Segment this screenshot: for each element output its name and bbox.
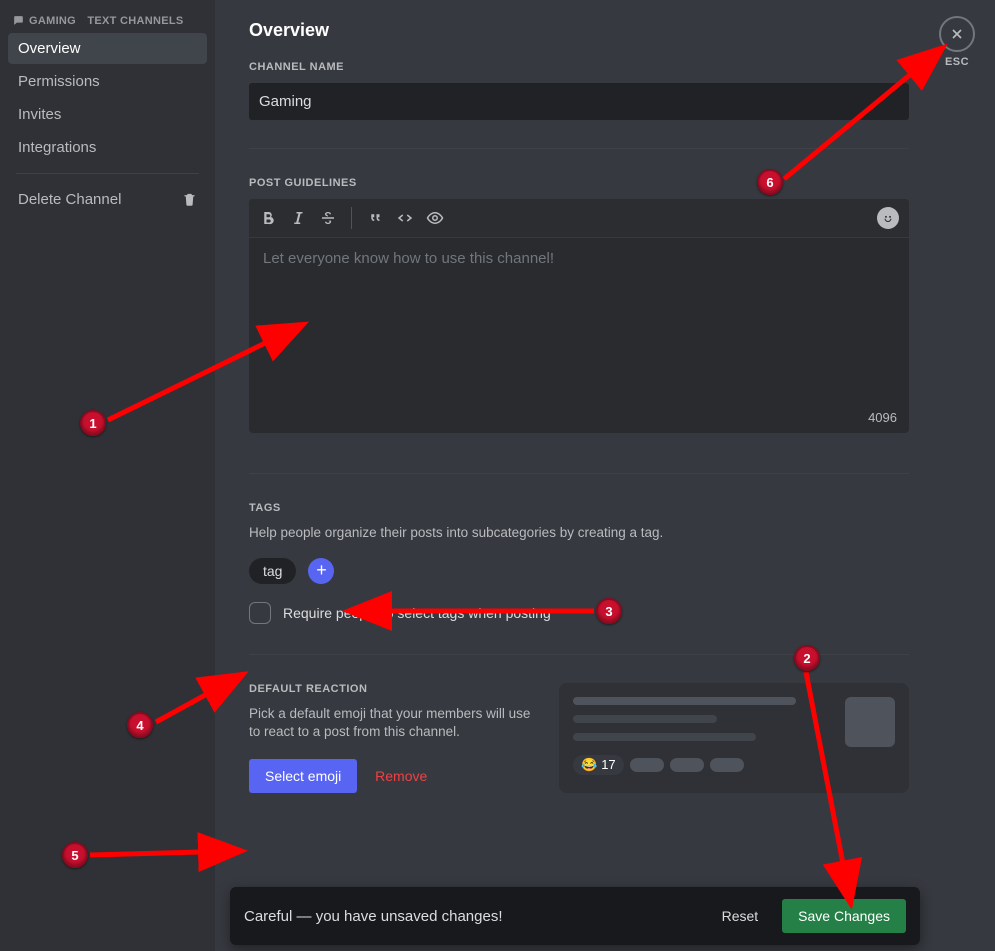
- default-reaction-section: DEFAULT REACTION Pick a default emoji th…: [249, 683, 909, 793]
- require-tags-checkbox[interactable]: [249, 602, 271, 624]
- separator: [249, 148, 909, 149]
- sidebar-section-label: TEXT CHANNELS: [87, 15, 183, 27]
- eye-button[interactable]: [426, 209, 444, 227]
- separator: [249, 654, 909, 655]
- sidebar-server-label: GAMING: [29, 15, 76, 27]
- sidebar-item-overview[interactable]: Overview: [8, 33, 207, 64]
- require-tags-label: Require people to select tags when posti…: [283, 605, 551, 621]
- esc-label: ESC: [939, 56, 975, 68]
- unsaved-message: Careful — you have unsaved changes!: [244, 908, 698, 925]
- default-reaction-label: DEFAULT REACTION: [249, 683, 539, 695]
- tag-chip[interactable]: tag: [249, 558, 296, 584]
- save-changes-button[interactable]: Save Changes: [782, 899, 906, 933]
- skeleton-pill: [670, 758, 704, 772]
- post-guidelines-editor: Let everyone know how to use this channe…: [249, 199, 909, 433]
- bold-button[interactable]: [259, 209, 277, 227]
- post-guidelines-textarea[interactable]: Let everyone know how to use this channe…: [249, 238, 909, 433]
- code-button[interactable]: [396, 209, 414, 227]
- char-counter: 4096: [868, 410, 897, 425]
- sidebar-separator: [16, 173, 199, 174]
- preview-thumbnail: [845, 697, 895, 747]
- quote-button[interactable]: [366, 209, 384, 227]
- trash-icon: [182, 192, 197, 207]
- skeleton-pill: [710, 758, 744, 772]
- skeleton-pill: [630, 758, 664, 772]
- unsaved-changes-bar: Careful — you have unsaved changes! Rese…: [230, 887, 920, 945]
- reset-button[interactable]: Reset: [712, 900, 769, 932]
- channel-name-label: CHANNEL NAME: [249, 61, 955, 73]
- delete-channel-label: Delete Channel: [18, 191, 121, 208]
- editor-toolbar: [249, 199, 909, 238]
- remove-emoji-button[interactable]: Remove: [375, 768, 427, 784]
- emoji-picker-button[interactable]: [877, 207, 899, 229]
- main-panel: ESC Overview CHANNEL NAME POST GUIDELINE…: [215, 0, 995, 951]
- channel-name-input[interactable]: [249, 83, 909, 120]
- joy-emoji-icon: 😂: [581, 757, 597, 773]
- reaction-count: 17: [601, 757, 615, 772]
- sidebar-item-permissions[interactable]: Permissions: [8, 66, 207, 97]
- reaction-preview-card: 😂 17: [559, 683, 909, 793]
- default-reaction-help: Pick a default emoji that your members w…: [249, 705, 539, 741]
- add-tag-button[interactable]: +: [308, 558, 334, 584]
- sidebar-item-integrations[interactable]: Integrations: [8, 132, 207, 163]
- tags-label: TAGS: [249, 502, 955, 514]
- strikethrough-button[interactable]: [319, 209, 337, 227]
- tag-row: tag +: [249, 558, 955, 584]
- forum-icon: [12, 14, 25, 27]
- page-title: Overview: [249, 20, 955, 41]
- post-guidelines-label: POST GUIDELINES: [249, 177, 955, 189]
- close-icon: [939, 16, 975, 52]
- sidebar-header: GAMING TEXT CHANNELS: [8, 14, 207, 33]
- require-tags-row: Require people to select tags when posti…: [249, 602, 955, 624]
- settings-sidebar: GAMING TEXT CHANNELS Overview Permission…: [0, 0, 215, 951]
- toolbar-separator: [351, 207, 352, 229]
- tags-help: Help people organize their posts into su…: [249, 524, 955, 542]
- select-emoji-button[interactable]: Select emoji: [249, 759, 357, 793]
- close-button[interactable]: ESC: [939, 16, 975, 68]
- reaction-count-pill: 😂 17: [573, 755, 624, 775]
- italic-button[interactable]: [289, 209, 307, 227]
- sidebar-item-invites[interactable]: Invites: [8, 99, 207, 130]
- separator: [249, 473, 909, 474]
- editor-placeholder: Let everyone know how to use this channe…: [263, 250, 554, 267]
- delete-channel-button[interactable]: Delete Channel: [8, 184, 207, 215]
